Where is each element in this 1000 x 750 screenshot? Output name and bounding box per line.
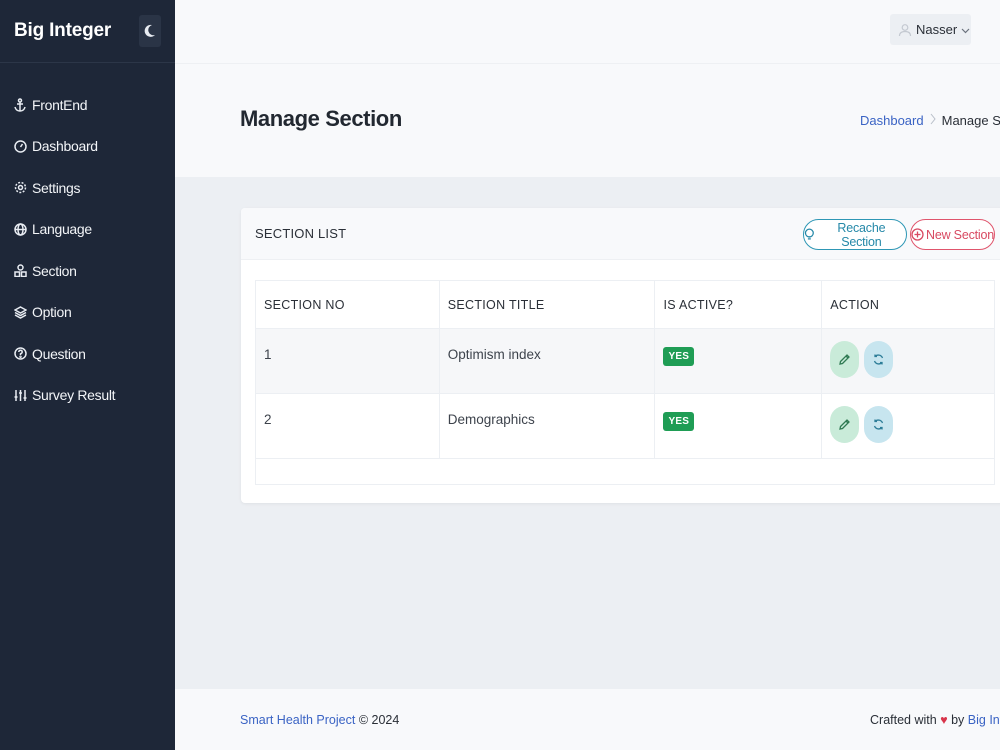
status-badge: YES bbox=[663, 347, 695, 366]
cell-is-active: YES bbox=[654, 328, 823, 394]
column-header-is-active[interactable]: IS ACTIVE? bbox=[654, 280, 823, 329]
new-section-button[interactable]: New Section bbox=[910, 219, 995, 250]
sidebar-item-section[interactable]: Section bbox=[0, 250, 175, 292]
footer-year: © 2024 bbox=[358, 713, 400, 727]
sidebar-item-settings[interactable]: Settings bbox=[0, 167, 175, 209]
edit-button[interactable] bbox=[830, 341, 860, 378]
sidebar-item-label: Survey Result bbox=[32, 387, 116, 404]
sidebar-item-dashboard[interactable]: Dashboard bbox=[0, 126, 175, 168]
breadcrumb: Dashboard Manage Section bbox=[860, 113, 1000, 128]
layers-icon bbox=[14, 304, 32, 320]
column-header-action: ACTION bbox=[821, 280, 995, 329]
globe-icon bbox=[14, 221, 32, 237]
gear-icon bbox=[14, 180, 32, 196]
card-title: SECTION LIST bbox=[255, 226, 347, 241]
footer-crafted-text: Crafted with bbox=[870, 713, 937, 727]
moon-icon bbox=[144, 24, 155, 37]
shapes-icon bbox=[14, 263, 32, 279]
section-table: SECTION NO SECTION TITLE IS ACTIVE? ACTI… bbox=[255, 280, 995, 485]
recache-section-button[interactable]: Recache Section bbox=[803, 219, 907, 250]
heart-icon: ♥ bbox=[940, 713, 948, 727]
sync-button[interactable] bbox=[864, 406, 893, 443]
sidebar-item-label: Language bbox=[32, 221, 92, 238]
sidebar-item-question[interactable]: Question bbox=[0, 333, 175, 375]
sync-button[interactable] bbox=[864, 341, 893, 378]
footer-copyright: Smart Health Project © 2024 bbox=[240, 713, 399, 727]
breadcrumb-current: Manage Section bbox=[941, 113, 1000, 128]
sidebar-item-label: FrontEnd bbox=[32, 96, 88, 113]
edit-button[interactable] bbox=[830, 406, 860, 443]
user-icon bbox=[898, 23, 912, 37]
gauge-icon bbox=[14, 138, 32, 154]
table-empty-cell bbox=[255, 458, 995, 485]
sidebar-item-label: Option bbox=[32, 304, 72, 321]
user-name: Nasser bbox=[916, 22, 958, 37]
cell-section-title: Demographics bbox=[438, 393, 656, 459]
refresh-icon bbox=[873, 354, 884, 365]
lightbulb-icon bbox=[804, 228, 814, 240]
sidebar: Big Integer FrontEnd Dashboard Settings bbox=[0, 0, 175, 750]
page-title: Manage Section bbox=[240, 106, 402, 131]
column-header-section-no[interactable]: SECTION NO bbox=[255, 280, 440, 329]
sidebar-item-frontend[interactable]: FrontEnd bbox=[0, 84, 175, 126]
sidebar-item-label: Dashboard bbox=[32, 138, 98, 155]
topbar: Nasser bbox=[175, 0, 1000, 63]
plus-circle-icon bbox=[911, 228, 924, 241]
sidebar-brand: Big Integer bbox=[0, 0, 175, 63]
footer-author-link[interactable]: Big Integer bbox=[968, 713, 1000, 727]
sidebar-nav: FrontEnd Dashboard Settings Language Sec… bbox=[0, 63, 175, 416]
pencil-icon bbox=[839, 354, 851, 365]
status-badge: YES bbox=[663, 412, 695, 431]
question-icon bbox=[14, 346, 32, 362]
sidebar-item-survey-result[interactable]: Survey Result bbox=[0, 375, 175, 417]
footer-credits: Crafted with ♥ by Big Integer bbox=[870, 713, 1000, 727]
sidebar-item-option[interactable]: Option bbox=[0, 292, 175, 334]
table-header-row: SECTION NO SECTION TITLE IS ACTIVE? ACTI… bbox=[255, 280, 995, 329]
footer-project-link[interactable]: Smart Health Project bbox=[240, 713, 355, 727]
sidebar-item-label: Settings bbox=[32, 179, 81, 196]
card-header: SECTION LIST Recache Section New Section bbox=[241, 208, 1000, 260]
cell-section-no: 2 bbox=[255, 393, 440, 459]
cell-section-title: Optimism index bbox=[438, 328, 656, 394]
column-header-section-title[interactable]: SECTION TITLE bbox=[438, 280, 656, 329]
brand-title[interactable]: Big Integer bbox=[14, 20, 111, 42]
new-section-label: New Section bbox=[926, 227, 994, 242]
pencil-icon bbox=[839, 419, 851, 430]
cell-section-no: 1 bbox=[255, 328, 440, 394]
refresh-icon bbox=[873, 419, 884, 430]
chevron-down-icon bbox=[961, 22, 970, 37]
user-menu-button[interactable]: Nasser bbox=[890, 14, 971, 45]
sidebar-item-language[interactable]: Language bbox=[0, 209, 175, 251]
sliders-icon bbox=[14, 387, 32, 403]
cell-is-active: YES bbox=[654, 393, 823, 459]
section-list-card: SECTION LIST Recache Section New Section… bbox=[241, 208, 1000, 503]
table-row: 2 Demographics YES bbox=[255, 393, 995, 459]
sidebar-item-label: Section bbox=[32, 262, 77, 279]
table-row: 1 Optimism index YES bbox=[255, 328, 995, 394]
cell-action bbox=[821, 393, 995, 459]
table-empty-row bbox=[255, 458, 995, 485]
footer-by-text: by bbox=[951, 713, 965, 727]
recache-section-label: Recache Section bbox=[837, 220, 886, 249]
theme-toggle-button[interactable] bbox=[139, 15, 161, 47]
sidebar-item-label: Question bbox=[32, 345, 86, 362]
breadcrumb-dashboard-link[interactable]: Dashboard bbox=[860, 113, 924, 128]
cell-action bbox=[821, 328, 995, 394]
section-table-wrapper: SECTION NO SECTION TITLE IS ACTIVE? ACTI… bbox=[255, 280, 995, 485]
page-header: Manage Section Dashboard Manage Section bbox=[175, 63, 1000, 177]
anchor-icon bbox=[14, 97, 32, 113]
chevron-right-icon bbox=[930, 113, 936, 128]
footer: Smart Health Project © 2024 Crafted with… bbox=[175, 689, 1000, 750]
